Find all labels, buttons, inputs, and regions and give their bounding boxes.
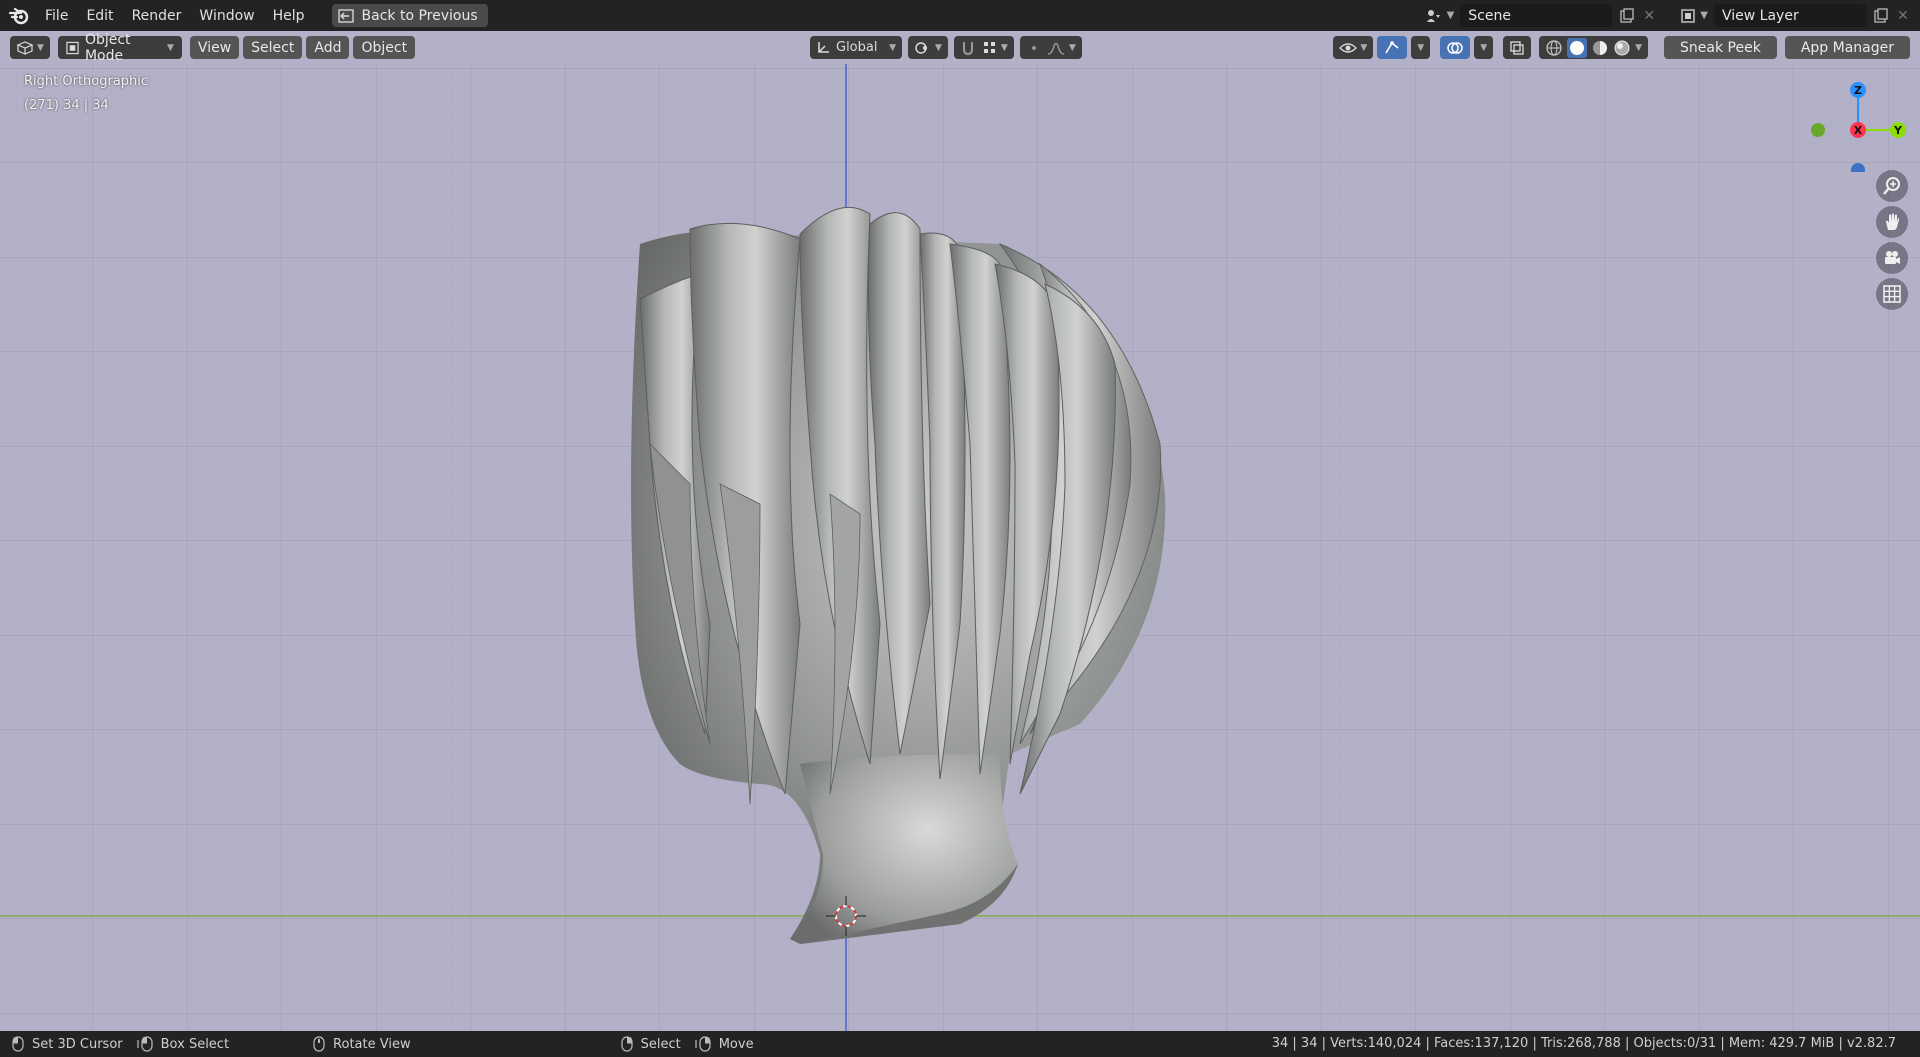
menu-help[interactable]: Help: [264, 4, 314, 28]
gizmo-toggle[interactable]: [1377, 36, 1408, 59]
top-bar: File Edit Render Window Help Back to Pre…: [0, 0, 1920, 31]
snap-dropdown[interactable]: ▼: [953, 36, 1014, 59]
proportional-edit-dropdown[interactable]: ▼: [1019, 36, 1082, 59]
view-layer-field[interactable]: View Layer: [1714, 4, 1866, 27]
rendered-shading-icon: [1614, 40, 1630, 55]
mouse-middle-icon: [313, 1036, 325, 1052]
menu-edit[interactable]: Edit: [77, 4, 122, 28]
view-layer-icon[interactable]: [1678, 5, 1700, 27]
orientation-label: Global: [836, 40, 878, 55]
visibility-dropdown[interactable]: ▼: [1333, 36, 1374, 59]
mouse-drag-right-icon: [695, 1036, 711, 1052]
status-label: Set 3D Cursor: [32, 1036, 123, 1052]
menu-object[interactable]: Object: [353, 36, 416, 59]
solid-shading-icon: [1567, 37, 1588, 58]
status-box-select: Box Select: [137, 1036, 229, 1052]
close-view-layer-icon[interactable]: ✕: [1892, 5, 1914, 27]
overlay-toggle[interactable]: [1440, 36, 1471, 59]
mouse-right-icon: [620, 1036, 633, 1052]
status-label: Rotate View: [333, 1036, 411, 1052]
collection-info-label: (271) 34 | 34: [24, 98, 109, 113]
back-to-previous-button[interactable]: Back to Previous: [331, 4, 488, 27]
gizmo-x-label: X: [1854, 124, 1863, 137]
orientation-dropdown[interactable]: Global ▼: [810, 36, 902, 59]
wireframe-shading-icon: [1546, 39, 1562, 56]
status-bar: Set 3D Cursor Box Select Rotate View Sel…: [0, 1031, 1920, 1057]
mouse-left-icon: [12, 1036, 24, 1052]
scene-name-field[interactable]: Scene: [1460, 4, 1613, 27]
xray-toggle[interactable]: [1503, 36, 1532, 59]
back-icon: [337, 8, 354, 23]
3d-viewport[interactable]: Right Orthographic (271) 34 | 34 Z Y X: [0, 64, 1920, 1031]
status-move: Move: [695, 1036, 754, 1052]
menu-add[interactable]: Add: [306, 36, 350, 59]
status-select: Select: [620, 1036, 681, 1052]
viewport-display-tools: ▼ ▼ ▼ ▼ Sneak Peek App Manager: [1333, 36, 1920, 59]
shading-modes[interactable]: ▼: [1539, 36, 1649, 59]
grid-icon[interactable]: [1876, 278, 1908, 310]
hand-icon[interactable]: [1876, 206, 1908, 238]
gizmo-dropdown[interactable]: ▼: [1411, 36, 1431, 59]
new-view-layer-icon[interactable]: [1870, 5, 1892, 27]
gizmo-y-label: Y: [1893, 124, 1903, 137]
menu-view[interactable]: View: [189, 36, 240, 59]
view-name-label: Right Orthographic: [24, 74, 149, 89]
menu-file[interactable]: File: [36, 4, 77, 28]
menu-render[interactable]: Render: [123, 4, 191, 28]
mouse-drag-icon: [137, 1036, 153, 1052]
camera-icon[interactable]: [1876, 242, 1908, 274]
status-label: Move: [718, 1036, 754, 1052]
navigation-gizmo[interactable]: Z Y X: [1810, 72, 1910, 172]
gizmo-z-label: Z: [1854, 84, 1862, 97]
status-set-3d-cursor: Set 3D Cursor: [12, 1036, 123, 1052]
object-mode-label: Object Mode: [84, 31, 131, 64]
scene-icon[interactable]: [1423, 5, 1445, 27]
close-scene-icon[interactable]: ✕: [1638, 5, 1660, 27]
status-rotate-view: Rotate View: [313, 1036, 411, 1052]
blender-logo-icon[interactable]: [8, 5, 30, 27]
new-scene-icon[interactable]: [1616, 5, 1638, 27]
menu-window[interactable]: Window: [190, 4, 263, 28]
status-label: Box Select: [160, 1036, 230, 1052]
object-mode-dropdown[interactable]: Object Mode ▼: [57, 32, 182, 64]
editor-type-dropdown[interactable]: ▼: [10, 36, 50, 59]
zoom-icon[interactable]: [1876, 170, 1908, 202]
scene-statistics: 34 | 34 | Verts:140,024 | Faces:137,120 …: [1271, 1036, 1896, 1051]
material-shading-icon: [1593, 40, 1608, 55]
pivot-dropdown[interactable]: ▼: [908, 36, 948, 59]
app-manager-button[interactable]: App Manager: [1784, 36, 1910, 59]
menu-select[interactable]: Select: [243, 36, 303, 59]
viewport-canvas: [0, 64, 1920, 1031]
transform-tools: Global ▼ ▼ ▼ ▼: [810, 36, 1082, 59]
status-label: Select: [640, 1036, 681, 1052]
back-button-label: Back to Previous: [361, 7, 478, 24]
sneak-peek-button[interactable]: Sneak Peek: [1664, 36, 1777, 59]
overlay-dropdown[interactable]: ▼: [1474, 36, 1494, 59]
